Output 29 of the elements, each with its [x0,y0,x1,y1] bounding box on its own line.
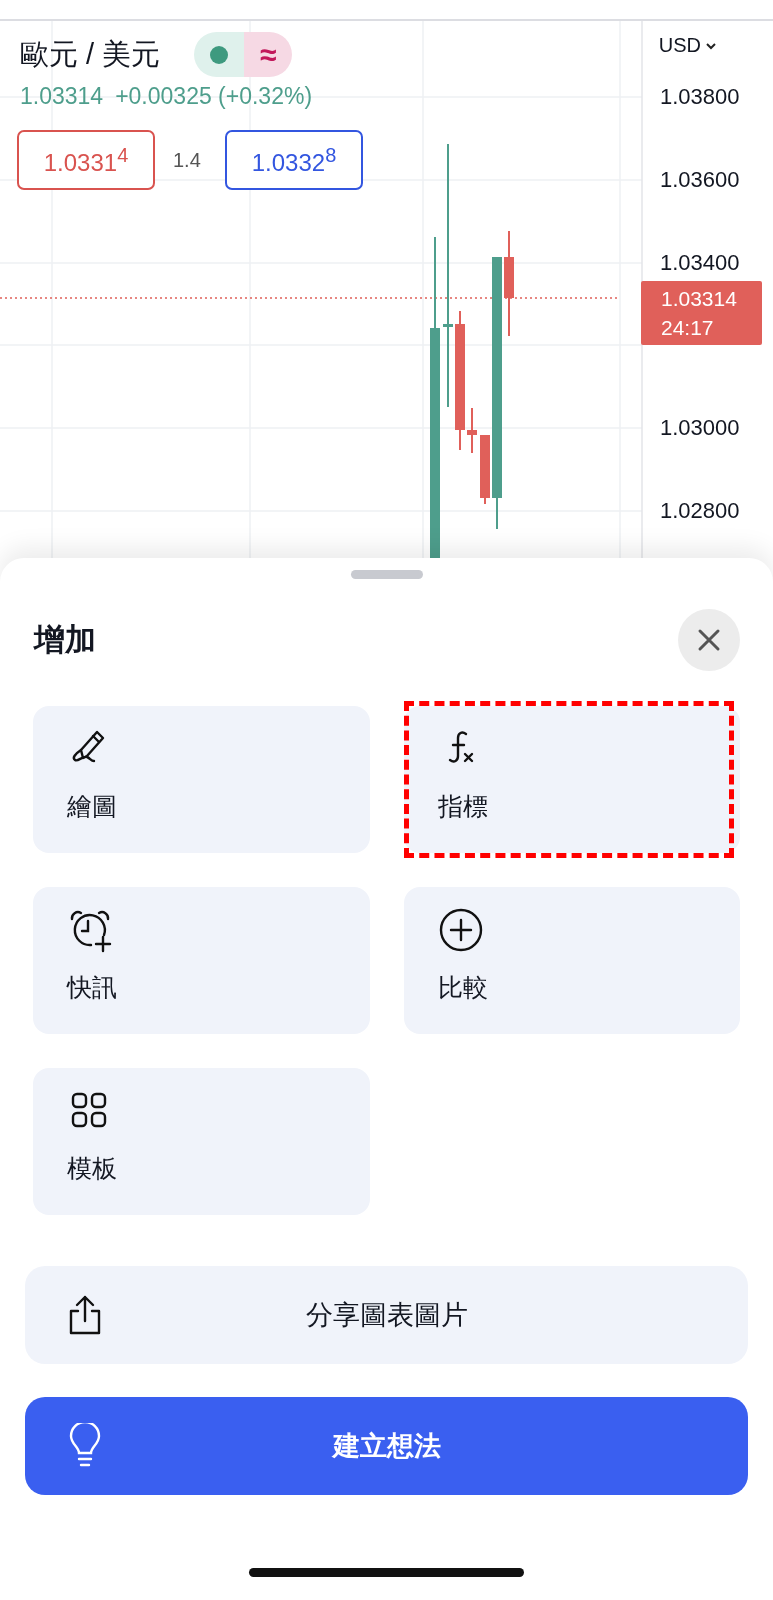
axis-label: 1.03600 [660,166,740,194]
axis-label: 1.03400 [660,249,740,277]
last-price: 1.03314 [20,83,104,110]
sell-price-button[interactable]: 1.0331$^{4}$ [17,130,155,190]
symbol-title[interactable]: 歐元 / 美元 [20,34,161,75]
axis-label: 1.02800 [660,497,740,525]
delay-mark: ≈ [244,32,293,77]
candlestick [480,434,490,505]
candlestick [467,407,477,454]
price-change: +0.00325 (+0.32%) [115,83,313,110]
axis-label: 1.03000 [660,414,740,442]
badge-countdown: 24:17 [661,315,715,341]
drag-handle[interactable] [350,570,423,579]
menu-card[interactable]: 比較 [403,887,740,1034]
share-button[interactable]: 分享圖表圖片 [25,1266,748,1364]
create-idea-button[interactable]: 建立想法 [25,1397,748,1495]
chevron-down-icon [705,41,717,50]
buy-price-button[interactable]: 1.0332$^{8}$ [225,130,363,190]
sheet-title: 增加 [34,621,96,659]
menu-card[interactable]: 繪圖 [33,706,370,853]
close-icon [697,628,721,652]
menu-card[interactable]: 模板 [33,1068,370,1215]
currency-dropdown[interactable]: USD [658,34,717,57]
spread-value: 1.4 [173,148,202,172]
menu-card[interactable]: 快訊 [33,887,370,1034]
axis-label: 1.03800 [660,83,740,111]
badge-price: 1.03314 [661,286,738,312]
plus-circle-icon [437,907,484,953]
menu-card[interactable]: 指標 [403,706,740,853]
